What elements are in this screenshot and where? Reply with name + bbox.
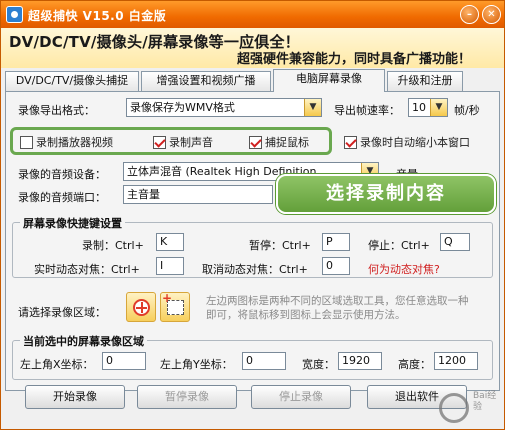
- capture-mouse-checkbox[interactable]: 捕捉鼠标: [249, 135, 309, 152]
- area-select-label: 请选择录像区域：: [18, 306, 106, 319]
- tab-broadcast[interactable]: 增强设置和视频广播: [141, 71, 271, 91]
- focus-hotkey-input[interactable]: I: [156, 257, 184, 275]
- checkbox-box: [20, 135, 33, 149]
- record-hotkey-label: 录制：Ctrl+: [82, 239, 144, 252]
- capture-mouse-label: 捕捉鼠标: [265, 136, 309, 149]
- fps-unit: 帧/秒: [454, 104, 480, 117]
- tab-upgrade[interactable]: 升级和注册: [387, 71, 463, 91]
- pause-record-button[interactable]: 暂停录像: [137, 385, 237, 409]
- record-player-video-checkbox[interactable]: 录制播放器视频: [20, 135, 113, 152]
- cancel-focus-hotkey-input[interactable]: 0: [322, 257, 350, 275]
- auto-minimize-checkbox[interactable]: 录像时自动缩小本窗口: [344, 135, 470, 152]
- target-area-button[interactable]: [126, 292, 156, 322]
- fps-select[interactable]: 10 ▼: [408, 98, 448, 117]
- crosshair-icon: [133, 299, 150, 316]
- fps-label: 导出帧速率：: [334, 104, 400, 117]
- width-label: 宽度：: [302, 358, 335, 371]
- height-label: 高度：: [398, 358, 431, 371]
- screen-record-panel: 录像导出格式： 录像保存为WMV格式 ▼ 导出帧速率： 10 ▼ 帧/秒 录制播…: [5, 91, 500, 391]
- stop-hotkey-label: 停止：Ctrl+: [368, 239, 430, 252]
- audio-port-label: 录像的音频端口：: [18, 191, 106, 204]
- chevron-down-icon: ▼: [430, 99, 447, 116]
- checkmark-icon: [249, 135, 262, 149]
- watermark-text: Bai经验: [473, 391, 497, 412]
- app-logo-icon: [6, 6, 23, 23]
- cancel-focus-hotkey-label: 取消动态对焦：Ctrl+: [202, 263, 308, 276]
- what-is-focus-link[interactable]: 何为动态对焦?: [368, 261, 440, 277]
- banner-subline: 超强硬件兼容能力，同时具备广播功能！: [237, 52, 472, 67]
- fps-value: 10: [412, 101, 426, 114]
- tab-capture[interactable]: DV/DC/TV/摄像头捕捉: [5, 71, 139, 91]
- height-input[interactable]: 1200: [434, 352, 478, 370]
- annotation-callout: 选择录制内容: [276, 174, 496, 214]
- window-title: 超级捕快 V15.0 白金版: [28, 9, 167, 23]
- export-format-label: 录像导出格式：: [18, 104, 95, 117]
- tab-bar: DV/DC/TV/摄像头捕捉 增强设置和视频广播 电脑屏幕录像 升级和注册: [5, 69, 500, 92]
- start-record-button[interactable]: 开始录像: [25, 385, 125, 409]
- export-format-select[interactable]: 录像保存为WMV格式 ▼: [126, 98, 322, 117]
- rect-area-button[interactable]: [160, 291, 190, 322]
- watermark-logo-icon: [439, 393, 469, 423]
- chevron-down-icon: ▼: [304, 99, 321, 116]
- rectangle-select-icon: [162, 291, 184, 315]
- stop-record-button[interactable]: 停止录像: [251, 385, 351, 409]
- checkmark-icon: [153, 135, 166, 149]
- minimize-button[interactable]: –: [460, 5, 479, 24]
- record-sound-label: 录制声音: [169, 136, 213, 149]
- hotkey-group-title: 屏幕录像快捷键设置: [20, 215, 125, 231]
- promo-banner: DV/DC/TV/摄像头/屏幕录像等一应俱全！ 超强硬件兼容能力，同时具备广播功…: [1, 28, 504, 68]
- x-coord-input[interactable]: 0: [102, 352, 146, 370]
- pause-hotkey-input[interactable]: P: [322, 233, 350, 251]
- audio-port-value: 主音量: [127, 188, 160, 201]
- title-bar[interactable]: 超级捕快 V15.0 白金版 – ✕: [1, 1, 504, 28]
- checkmark-icon: [344, 135, 357, 149]
- y-coord-label: 左上角Y坐标：: [160, 358, 233, 371]
- x-coord-label: 左上角X坐标：: [20, 358, 94, 371]
- stop-hotkey-input[interactable]: Q: [440, 233, 470, 251]
- app-window: 超级捕快 V15.0 白金版 – ✕ DV/DC/TV/摄像头/屏幕录像等一应俱…: [0, 0, 505, 430]
- pause-hotkey-label: 暂停：Ctrl+: [249, 239, 311, 252]
- baidu-watermark: Bai经验: [437, 389, 501, 427]
- current-area-group-title: 当前选中的屏幕录像区域: [20, 333, 147, 349]
- export-format-value: 录像保存为WMV格式: [130, 101, 235, 114]
- record-hotkey-input[interactable]: K: [156, 233, 184, 251]
- y-coord-input[interactable]: 0: [242, 352, 286, 370]
- record-sound-checkbox[interactable]: 录制声音: [153, 135, 213, 152]
- record-player-video-label: 录制播放器视频: [36, 136, 113, 149]
- audio-device-label: 录像的音频设备：: [18, 168, 106, 181]
- action-bar: 开始录像 暂停录像 停止录像 退出软件: [1, 377, 504, 429]
- audio-port-select[interactable]: 主音量: [123, 185, 273, 204]
- tab-screen-record[interactable]: 电脑屏幕录像: [273, 69, 385, 92]
- auto-minimize-label: 录像时自动缩小本窗口: [360, 136, 470, 149]
- area-hint-text: 左边两图标是两种不同的区域选取工具，您任意选取一种即可，将鼠标移到图标上会显示使…: [206, 295, 469, 321]
- width-input[interactable]: 1920: [338, 352, 382, 370]
- focus-hotkey-label: 实时动态对焦：Ctrl+: [34, 263, 140, 276]
- close-button[interactable]: ✕: [482, 5, 501, 24]
